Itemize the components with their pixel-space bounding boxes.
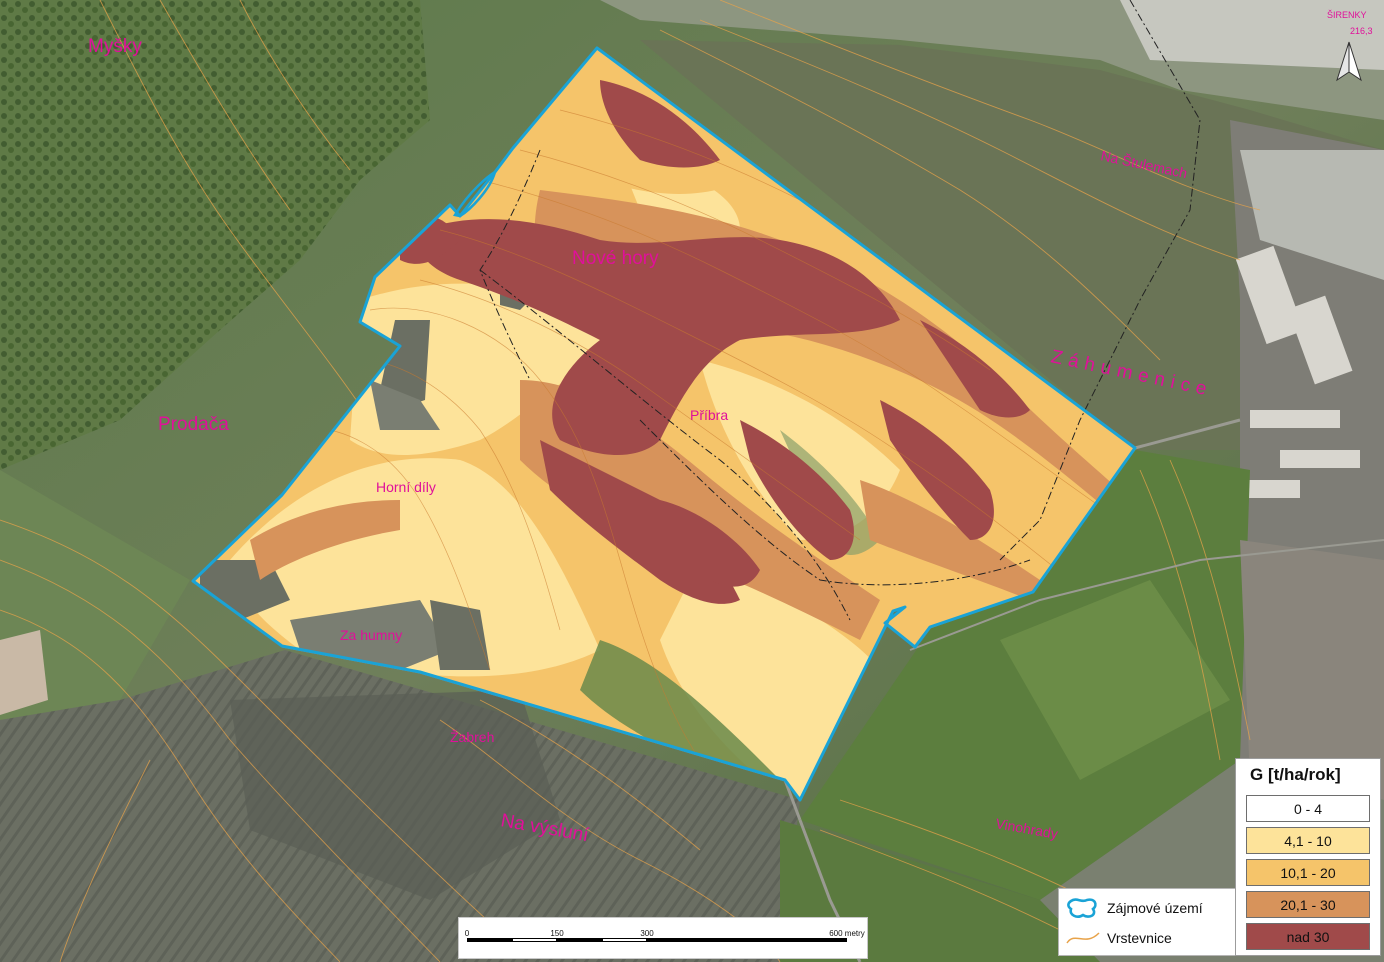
erosion-legend: G [t/ha/rok] 0 - 4 4,1 - 10 10,1 - 20 20,1 … xyxy=(1235,758,1381,956)
legend-item-contour: Vrstevnice xyxy=(1065,925,1235,951)
label-sirenky: ŠIRENKY xyxy=(1327,10,1367,20)
contour-line-icon xyxy=(1066,932,1100,944)
label-horni-dily: Horní díly xyxy=(376,479,436,495)
scale-segment xyxy=(512,938,557,942)
north-arrow-icon xyxy=(1336,41,1362,82)
symbol-legend: Zájmové území Vrstevnice xyxy=(1058,888,1236,956)
legend-class-label: 10,1 - 20 xyxy=(1280,865,1336,881)
label-mysky: Myšky xyxy=(88,36,142,57)
scale-segment xyxy=(557,938,602,942)
legend-class-row: 4,1 - 10 xyxy=(1246,827,1378,857)
scale-segment xyxy=(647,938,847,942)
legend-item-area: Zájmové území xyxy=(1065,895,1235,921)
erosion-map[interactable]: Myšky Nové hory Prodača Horní díly Za hu… xyxy=(0,0,1384,962)
legend-contour-label: Vrstevnice xyxy=(1107,930,1172,946)
legend-class-label: 20,1 - 30 xyxy=(1280,897,1336,913)
label-nove-hory: Nové hory xyxy=(572,248,659,269)
scale-segment xyxy=(467,938,512,942)
scale-label-300: 300 xyxy=(640,929,654,938)
label-za-humny: Za humny xyxy=(340,627,402,643)
scale-label-600: 600 metry xyxy=(829,929,865,938)
legend-title: G [t/ha/rok] xyxy=(1250,765,1341,784)
legend-class-row: nad 30 xyxy=(1246,923,1378,953)
legend-class-row: 20,1 - 30 xyxy=(1246,891,1378,921)
legend-class-row: 0 - 4 xyxy=(1246,795,1378,825)
legend-class-label: 0 - 4 xyxy=(1293,801,1322,817)
scale-segment xyxy=(602,938,647,942)
scale-bar: 0 150 300 600 metry xyxy=(458,917,868,959)
label-prodaca: Prodača xyxy=(158,414,229,435)
legend-class-label: nad 30 xyxy=(1286,929,1330,945)
legend-class-row: 10,1 - 20 xyxy=(1246,859,1378,889)
label-zabreh: Žabreh xyxy=(450,729,494,745)
area-outline-icon xyxy=(1067,898,1097,918)
legend-area-label: Zájmové území xyxy=(1107,900,1203,916)
scale-label-0: 0 xyxy=(464,929,470,938)
label-pribra: Příbra xyxy=(690,407,728,423)
label-sirenky-height: 216,3 xyxy=(1350,26,1373,36)
legend-class-label: 4,1 - 10 xyxy=(1284,833,1332,849)
scale-label-150: 150 xyxy=(550,929,564,938)
